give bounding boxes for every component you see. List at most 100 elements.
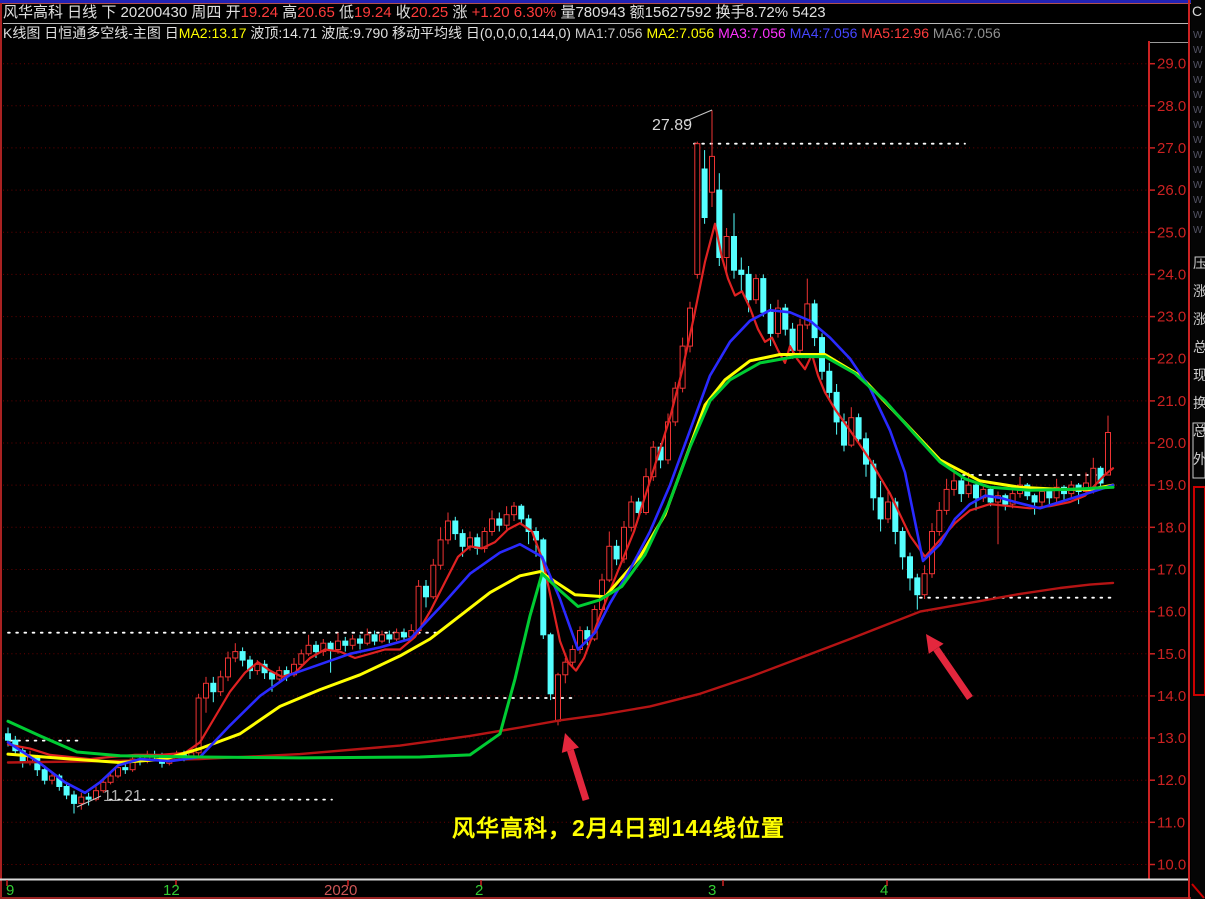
candle <box>1031 495 1038 503</box>
candle <box>907 556 913 579</box>
candle <box>239 651 246 661</box>
sidebar-mini-glyph: W <box>1193 60 1203 71</box>
candle <box>606 545 613 581</box>
sidebar-quote-label-fragment: 压 <box>1193 255 1205 271</box>
sidebar-quote-label-fragment: 换 <box>1193 395 1205 411</box>
sidebar-mini-glyph: W <box>1193 150 1203 161</box>
candle <box>936 509 943 532</box>
candle <box>547 634 554 695</box>
candle <box>217 676 224 693</box>
candle <box>225 657 231 678</box>
candle <box>877 497 884 520</box>
candle <box>107 775 114 783</box>
callout-text: 风华高科，2月4日到144线位置 <box>452 815 785 841</box>
y-axis-label: 29.0 <box>1157 56 1186 73</box>
sidebar-quote-label-fragment: 总 <box>1193 339 1205 355</box>
y-axis-label: 14.0 <box>1157 688 1186 705</box>
candle <box>467 537 473 547</box>
candle <box>503 514 510 526</box>
sidebar-mini-glyph: W <box>1193 120 1203 131</box>
candle <box>899 531 906 558</box>
candle <box>555 674 561 722</box>
candle <box>78 796 85 804</box>
candle <box>885 501 891 520</box>
sidebar-quote-label-fragment: 现 <box>1193 367 1205 383</box>
candle <box>1039 491 1045 503</box>
candle <box>232 651 239 659</box>
candle <box>313 644 319 653</box>
y-axis-label: 28.0 <box>1157 98 1186 115</box>
candle <box>518 505 525 520</box>
candle <box>701 168 708 218</box>
candle <box>305 644 312 655</box>
kline-chart[interactable]: 27.89 11.21 风华高科，2月4日到144线位置 29.0 28.0 27.0 26… <box>0 0 1205 899</box>
candle <box>562 661 569 676</box>
price-annotation: 27.89 <box>652 117 692 134</box>
y-axis-label: 19.0 <box>1157 477 1186 494</box>
candle <box>298 653 305 665</box>
candle <box>767 311 774 334</box>
y-axis-label: 22.0 <box>1157 351 1186 368</box>
candle <box>973 484 979 499</box>
candle <box>738 269 745 275</box>
candle <box>569 649 576 663</box>
candle <box>210 682 217 693</box>
y-axis-label: 27.0 <box>1157 140 1186 157</box>
candle <box>921 573 928 596</box>
candle <box>203 682 209 699</box>
x-axis-label: 4 <box>880 882 888 899</box>
candle <box>122 767 129 771</box>
y-axis-label: 17.0 <box>1157 562 1186 579</box>
candle <box>628 501 635 528</box>
price-annotation: 11.21 <box>103 788 142 805</box>
sidebar-quote-label-fragment: 总 <box>1193 423 1205 439</box>
candle <box>965 484 972 495</box>
y-axis-label: 20.0 <box>1157 435 1186 452</box>
sidebar-mini-glyph: W <box>1193 225 1203 236</box>
sidebar-mini-glyph: W <box>1193 45 1203 56</box>
candle <box>1105 432 1111 476</box>
sidebar-mini-glyph: W <box>1193 105 1203 116</box>
sidebar-mini-glyph: W <box>1193 210 1203 221</box>
candle <box>753 278 759 301</box>
sidebar-mini-glyph: W <box>1193 90 1203 101</box>
candle <box>327 642 334 651</box>
y-axis-label: 26.0 <box>1157 182 1186 199</box>
candle <box>613 545 620 560</box>
candle <box>951 480 957 490</box>
candle <box>445 520 451 541</box>
x-axis-label: 2020 <box>324 882 357 899</box>
candle <box>63 786 70 796</box>
candle <box>364 634 371 644</box>
sidebar-mini-glyph: W <box>1193 195 1203 206</box>
candle <box>5 733 11 741</box>
x-axis-label: 2 <box>475 882 483 899</box>
candle <box>855 417 862 440</box>
candle <box>914 577 921 596</box>
y-axis-label: 13.0 <box>1157 730 1186 747</box>
candle <box>386 634 393 640</box>
y-axis-label: 25.0 <box>1157 224 1186 241</box>
candle <box>496 518 503 526</box>
candle <box>943 488 950 511</box>
candle <box>430 564 437 598</box>
candle <box>731 236 737 271</box>
sidebar-mini-glyph: W <box>1193 180 1203 191</box>
y-axis-label: 23.0 <box>1157 309 1186 326</box>
y-axis-label: 24.0 <box>1157 266 1186 283</box>
candle <box>342 640 349 646</box>
y-axis-label: 18.0 <box>1157 519 1186 536</box>
candle <box>371 634 378 642</box>
candle <box>1046 491 1053 499</box>
candle <box>826 370 833 393</box>
candle <box>958 480 965 495</box>
candle <box>797 324 803 351</box>
candle <box>357 638 363 644</box>
y-axis-label: 21.0 <box>1157 393 1186 410</box>
candle <box>415 585 422 632</box>
candle <box>379 634 385 642</box>
candle <box>709 155 715 193</box>
candle <box>349 638 356 646</box>
x-axis-label: 9 <box>6 882 14 899</box>
candle <box>49 775 55 781</box>
